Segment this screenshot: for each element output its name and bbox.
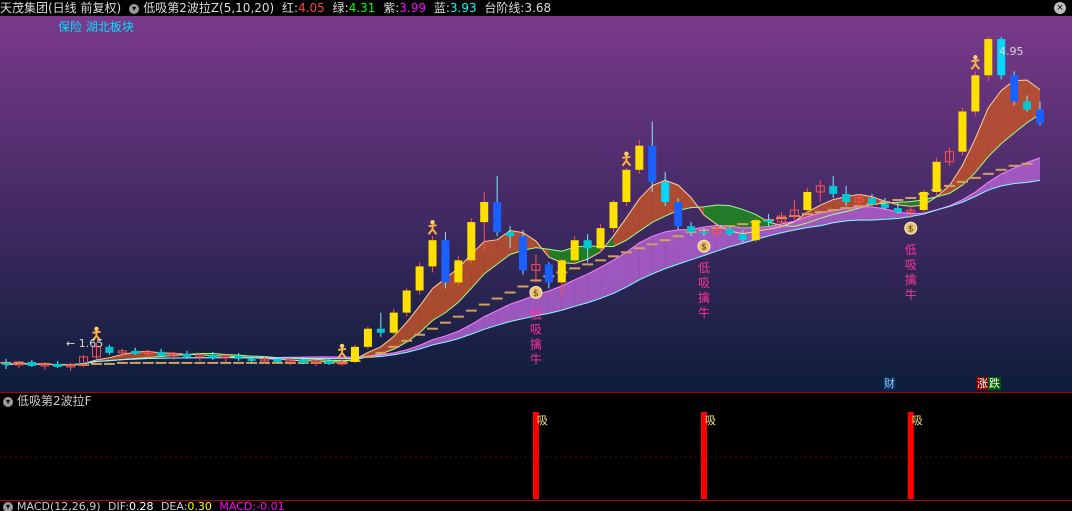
dif-label: DIF: xyxy=(108,501,129,511)
money-bag-icon: $ xyxy=(904,221,918,235)
candle xyxy=(441,232,450,289)
candle xyxy=(958,107,967,156)
buy-signal-char: 低 xyxy=(905,243,917,257)
candle xyxy=(415,262,424,295)
buy-signal-char: 牛 xyxy=(530,351,542,366)
svg-text:$: $ xyxy=(533,289,539,299)
blue-label: 蓝: xyxy=(433,1,450,15)
buy-signal-label: 吸 xyxy=(705,414,716,427)
green-value: 4.31 xyxy=(348,1,376,15)
dea-label: DEA: xyxy=(160,501,188,511)
buy-signal-char: 牛 xyxy=(905,287,917,302)
slow-ribbon-segment xyxy=(639,236,653,280)
money-bag-icon: $ xyxy=(529,285,543,299)
dropdown-icon[interactable]: ▾ xyxy=(3,396,13,407)
sub-indicator-title: 低吸第2波拉F xyxy=(17,394,92,408)
slow-ribbon-segment xyxy=(678,229,692,265)
money-bag-icon: $ xyxy=(697,239,711,253)
purple-value: 3.99 xyxy=(399,1,426,15)
candle xyxy=(932,157,941,196)
candle xyxy=(363,326,372,349)
svg-text:$: $ xyxy=(701,243,707,253)
buy-signal-char: 吸 xyxy=(905,258,917,272)
buy-signal-char: 牛 xyxy=(698,305,710,320)
candle xyxy=(609,199,618,233)
buy-signal-char: 擒 xyxy=(530,336,542,351)
price-high-label: 4.95 xyxy=(999,45,1024,58)
sector-tag: 保险 湖北板块 xyxy=(58,19,134,34)
indicator-name: 低吸第2波拉Z(5,10,20) xyxy=(143,1,275,15)
candle xyxy=(454,256,463,287)
candle xyxy=(984,36,993,82)
candle xyxy=(350,344,359,363)
candle xyxy=(1010,71,1019,106)
red-value: 4.05 xyxy=(298,1,325,15)
sub-indicator-panel[interactable]: 吸吸吸 xyxy=(0,409,1072,499)
candle xyxy=(518,230,528,275)
candle xyxy=(570,236,579,265)
finance-marker[interactable]: 财 xyxy=(883,377,896,390)
buy-signal-label: 吸 xyxy=(912,414,923,427)
candle xyxy=(402,288,411,317)
dropdown-icon[interactable]: ▾ xyxy=(129,3,140,14)
candle xyxy=(467,218,476,265)
dif-value: 0.28 xyxy=(128,501,154,511)
buy-signal-char: 吸 xyxy=(698,276,710,290)
macd-title: MACD(12,26,9) xyxy=(17,501,101,511)
close-icon[interactable]: × xyxy=(1054,2,1066,14)
svg-text:$: $ xyxy=(908,225,914,235)
buy-signal-char: 吸 xyxy=(530,322,542,336)
title-bar: 天茂集团(日线 前复权) ▾ 低吸第2波拉Z(5,10,20) 红:4.05 绿:4… xyxy=(0,0,1072,16)
blue-value: 3.93 xyxy=(449,1,477,15)
candle xyxy=(674,197,683,231)
candlestick-chart: $低吸擒牛$低吸擒牛$低吸擒牛 保险 湖北板块 4.95 ← 1.65 xyxy=(0,16,1072,392)
price-low-label: ← 1.65 xyxy=(66,337,103,350)
dropdown-icon[interactable]: ▾ xyxy=(3,502,13,511)
candle xyxy=(971,71,980,116)
buy-signal-char: 擒 xyxy=(905,272,917,287)
macd-header: ▾ MACD(12,26,9) DIF:0.28 DEA:0.30 MACD:-0… xyxy=(0,501,285,511)
macd-value: -0.01 xyxy=(256,501,285,511)
purple-label: 紫: xyxy=(383,1,400,15)
signal-chart: 吸吸吸 xyxy=(0,412,1072,499)
candle xyxy=(596,224,605,253)
candle xyxy=(919,189,928,213)
sub-indicator-header: ▾ 低吸第2波拉F xyxy=(0,394,92,408)
green-label: 绿: xyxy=(332,1,349,15)
candle xyxy=(622,167,631,207)
step-label: 台阶线: xyxy=(484,1,525,15)
candle xyxy=(751,218,760,243)
panel-divider xyxy=(0,392,1072,393)
slow-ribbon-segment xyxy=(652,231,666,274)
main-chart-panel[interactable]: $ 低吸擒牛 $ 低吸擒牛 $ 低吸擒牛 保险 湖北板块 4.95 ← 1.65 财 涨 … xyxy=(0,16,1072,392)
buy-signal-char: 低 xyxy=(530,307,542,321)
dea-value: 0.30 xyxy=(187,501,212,511)
buy-signal-char: 擒 xyxy=(698,290,710,305)
buy-signal-char: 低 xyxy=(698,261,710,275)
stock-title: 天茂集团(日线 前复权) xyxy=(0,1,122,15)
step-value: 3.68 xyxy=(524,1,552,15)
candle xyxy=(997,37,1006,80)
macd-label: MACD: xyxy=(219,501,257,511)
red-label: 红: xyxy=(282,1,299,15)
buy-signal-label: 吸 xyxy=(537,414,548,427)
fall-marker[interactable]: 跌 xyxy=(988,377,1001,390)
slow-ribbon-segment xyxy=(859,206,872,221)
